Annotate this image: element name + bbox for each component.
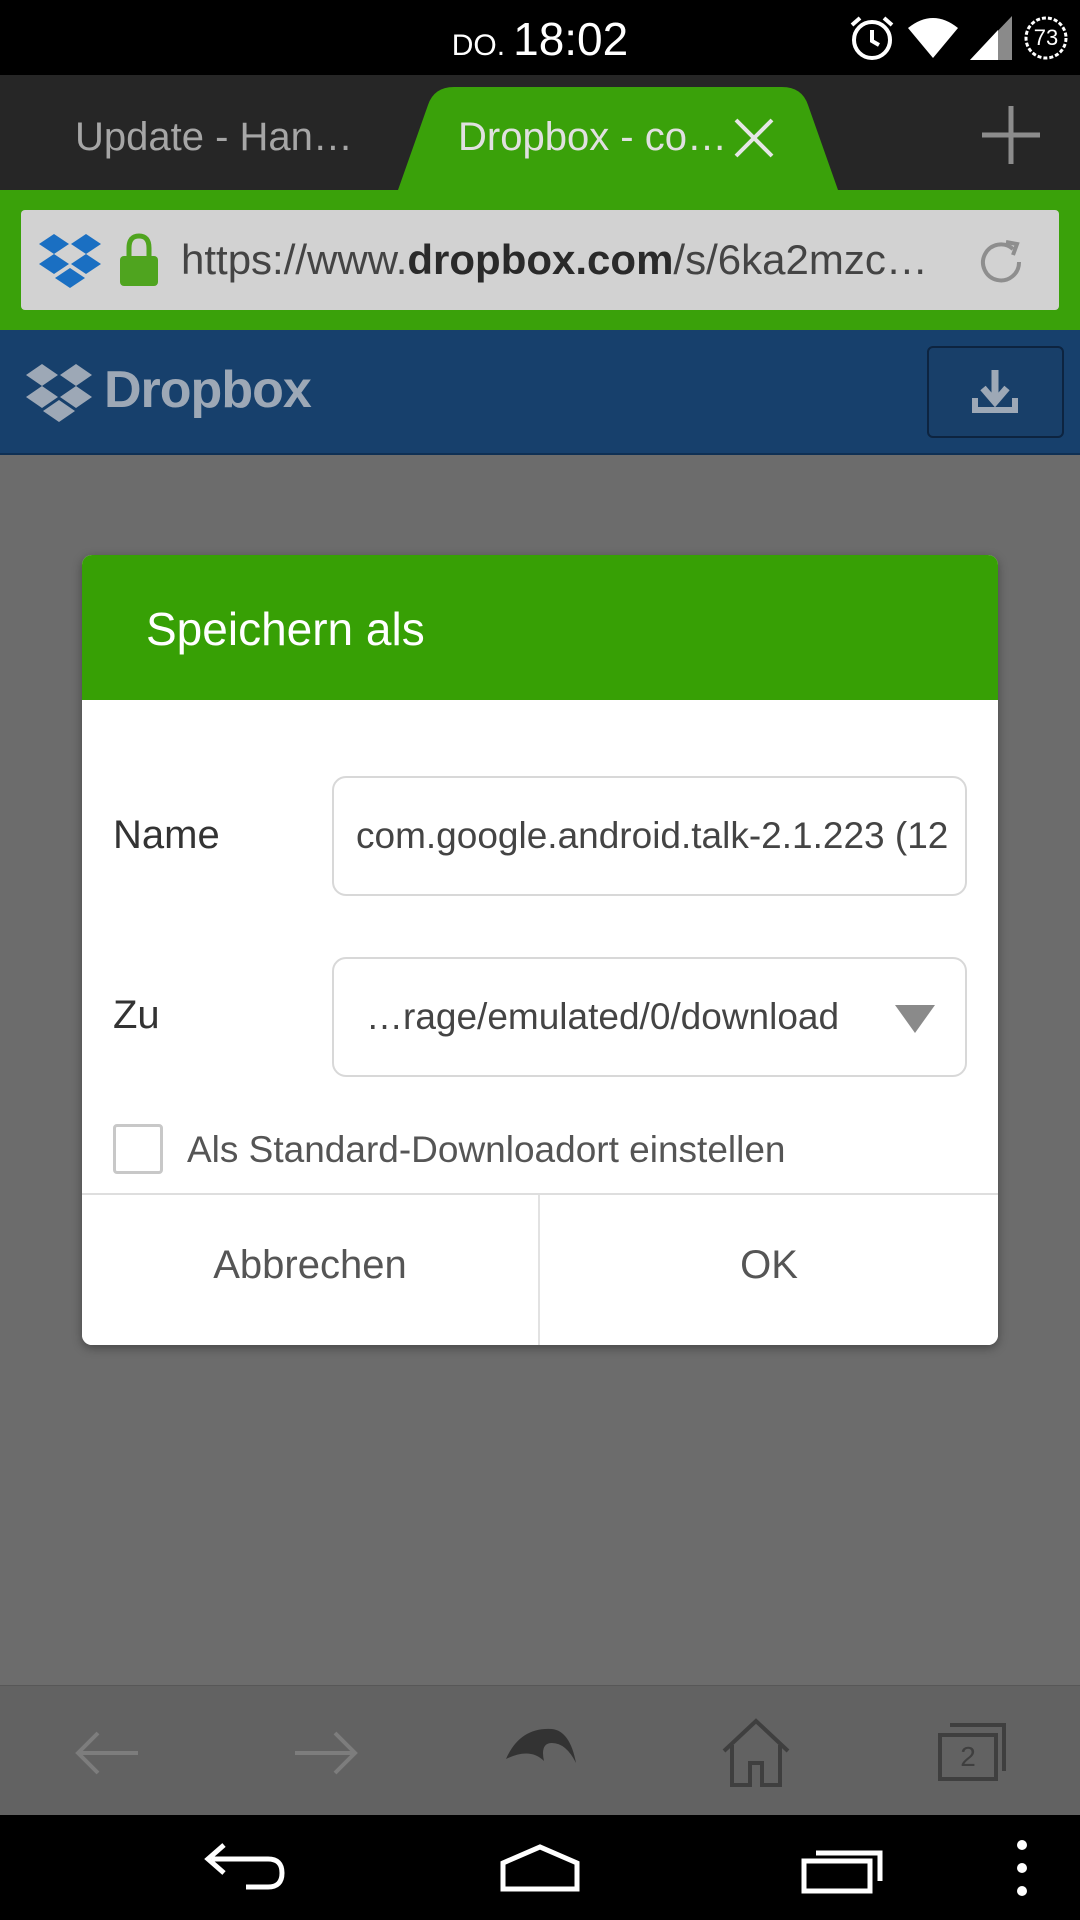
battery-icon: 73 <box>1022 14 1070 62</box>
status-icons: 73 <box>846 10 1070 66</box>
status-time: 18:02 <box>513 13 629 65</box>
dialog-title: Speichern als <box>146 603 425 655</box>
close-tab-icon[interactable] <box>730 114 778 162</box>
url-bar-container: https://www.dropbox.com/s/6ka2mzc… <box>0 190 1080 330</box>
url-text[interactable]: https://www.dropbox.com/s/6ka2mzc… <box>181 210 941 310</box>
reload-icon[interactable] <box>973 234 1029 290</box>
destination-select[interactable]: …rage/emulated/0/download <box>332 957 967 1077</box>
alarm-icon <box>850 16 894 60</box>
url-prefix: https://www. <box>181 236 408 283</box>
home-icon[interactable] <box>716 1713 796 1793</box>
dropdown-arrow-icon <box>895 1005 935 1033</box>
tab-dropbox[interactable]: Dropbox - co… <box>458 87 727 190</box>
dropbox-site-icon <box>39 234 101 288</box>
forward-arrow-icon[interactable] <box>285 1713 365 1793</box>
url-bar[interactable]: https://www.dropbox.com/s/6ka2mzc… <box>21 210 1059 310</box>
tabs-button[interactable]: 2 <box>932 1713 1012 1793</box>
default-location-label[interactable]: Als Standard-Downloadort einstellen <box>187 1129 786 1171</box>
ok-button[interactable]: OK <box>540 1195 998 1345</box>
destination-label: Zu <box>113 993 160 1037</box>
tab-update[interactable]: Update - Han… <box>75 87 353 190</box>
lock-icon <box>120 233 158 286</box>
dropbox-page-header: Dropbox <box>0 330 1080 455</box>
nav-recents-icon[interactable] <box>790 1833 900 1903</box>
name-label: Name <box>113 813 220 857</box>
nav-back-icon[interactable] <box>186 1833 296 1903</box>
tab-count: 2 <box>960 1741 976 1772</box>
dropbox-logo-icon <box>26 364 92 422</box>
status-day: DO. <box>451 29 506 62</box>
dropbox-wordmark: Dropbox <box>104 361 312 419</box>
dolphin-icon[interactable] <box>500 1713 580 1793</box>
status-bar: DO. 18:02 73 <box>0 0 1080 75</box>
url-domain: dropbox.com <box>407 236 674 283</box>
nav-home-icon[interactable] <box>485 1833 595 1903</box>
download-button[interactable] <box>927 346 1064 438</box>
new-tab-icon[interactable] <box>978 102 1044 168</box>
destination-value: …rage/emulated/0/download <box>366 996 840 1037</box>
android-nav-bar <box>0 1815 1080 1920</box>
back-arrow-icon[interactable] <box>68 1713 148 1793</box>
dialog-header: Speichern als <box>82 555 998 700</box>
browser-toolbar: 2 <box>0 1685 1080 1815</box>
wifi-icon <box>908 18 958 58</box>
signal-icon <box>970 16 1012 60</box>
tab-strip: Update - Han… Dropbox - co… <box>0 75 1080 190</box>
filename-input[interactable]: com.google.android.talk-2.1.223 (12 <box>332 776 967 896</box>
cancel-button[interactable]: Abbrechen <box>82 1195 538 1345</box>
save-as-dialog: Speichern als Name com.google.android.ta… <box>82 555 998 1345</box>
download-icon <box>972 370 1018 413</box>
url-rest: /s/6ka2mzc… <box>673 236 928 283</box>
nav-menu-icon[interactable] <box>1000 1833 1044 1903</box>
default-location-checkbox[interactable] <box>113 1124 163 1174</box>
battery-level: 73 <box>1033 25 1059 50</box>
